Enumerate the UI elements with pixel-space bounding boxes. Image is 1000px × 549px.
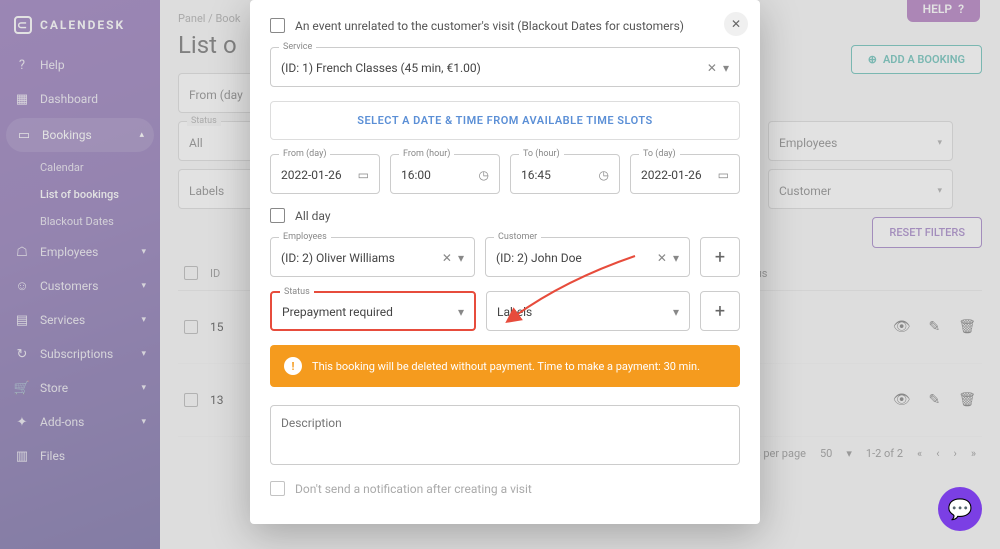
files-icon: ▥ [14,448,30,464]
add-customer-button[interactable]: + [700,237,740,277]
chevron-down-icon: ▾ [141,417,146,427]
chevron-down-icon: ▾ [141,349,146,359]
checkbox[interactable] [270,18,285,33]
nav-dashboard[interactable]: ▦Dashboard [0,82,160,116]
chevron-down-icon: ▾ [141,315,146,325]
calendar-icon: ▭ [358,168,369,182]
add-booking-button[interactable]: ⊕ADD A BOOKING [851,45,982,74]
all-day-checkbox-row[interactable]: All day [270,208,740,223]
view-icon[interactable]: 👁 [893,319,911,335]
reset-filters-button[interactable]: RESET FILTERS [872,217,982,248]
chevron-down-icon: ▾ [673,305,679,319]
description-field[interactable] [270,405,740,465]
to-hour-field[interactable]: To (hour)16:45◷ [510,154,620,194]
chat-icon: 💬 [948,497,973,521]
booking-modal: ✕ An event unrelated to the customer's v… [250,0,760,524]
chevron-down-icon: ▾ [458,251,464,265]
clock-icon: ◷ [599,168,609,182]
calendar-icon: ▭ [718,168,729,182]
services-icon: ▤ [14,312,30,328]
logo-icon: ⊂ [14,16,32,34]
chevron-down-icon: ▾ [937,138,942,148]
help-icon: ? [14,57,30,73]
last-page-icon[interactable]: » [971,447,976,460]
warning-icon: ! [284,357,302,375]
no-notification-checkbox-row[interactable]: Don't send a notification after creating… [270,481,740,496]
nav-addons[interactable]: ✦Add-ons▾ [0,405,160,439]
customer-field[interactable]: Customer(ID: 2) John Doe✕▾ [485,237,690,277]
warning-banner: !This booking will be deleted without pa… [270,345,740,387]
nav-store[interactable]: 🛒Store▾ [0,371,160,405]
close-button[interactable]: ✕ [724,12,748,36]
sidebar: ⊂ CALENDESK ?Help ▦Dashboard ▭Bookings▴ … [0,0,160,549]
row-checkbox[interactable] [184,320,198,334]
status-field[interactable]: StatusPrepayment required▾ [270,291,476,331]
help-button[interactable]: HELP? [907,0,980,22]
nav-customers[interactable]: ☺Customers▾ [0,269,160,303]
filter-customer[interactable]: Customer▾ [768,169,953,209]
delete-icon[interactable]: 🗑 [958,392,976,408]
row-checkbox[interactable] [184,393,198,407]
chevron-down-icon: ▾ [141,247,146,257]
select-all-checkbox[interactable] [184,266,198,280]
nav-help[interactable]: ?Help [0,48,160,82]
clear-icon[interactable]: ✕ [657,251,667,265]
addons-icon: ✦ [14,414,30,430]
select-slot-button[interactable]: SELECT A DATE & TIME FROM AVAILABLE TIME… [270,101,740,140]
dashboard-icon: ▦ [14,91,30,107]
app-logo: ⊂ CALENDESK [0,10,160,48]
chevron-down-icon: ▾ [846,447,852,460]
clear-icon[interactable]: ✕ [442,251,452,265]
store-icon: 🛒 [14,380,30,396]
blackout-checkbox-row[interactable]: An event unrelated to the customer's vis… [270,18,740,33]
from-day-field[interactable]: From (day)2022-01-26▭ [270,154,380,194]
checkbox[interactable] [270,208,285,223]
service-field[interactable]: Service(ID: 1) French Classes (45 min, €… [270,47,740,87]
employees-icon: ☖ [14,244,30,260]
edit-icon[interactable]: ✎ [928,319,940,335]
clear-icon[interactable]: ✕ [707,61,717,75]
nav-list-of-bookings[interactable]: List of bookings [0,181,160,208]
nav-files[interactable]: ▥Files [0,439,160,473]
chevron-down-icon: ▾ [458,305,464,319]
nav-bookings[interactable]: ▭Bookings▴ [6,118,154,152]
prev-page-icon[interactable]: ‹ [936,447,939,460]
chat-button[interactable]: 💬 [938,487,982,531]
help-icon: ? [958,2,964,16]
from-hour-field[interactable]: From (hour)16:00◷ [390,154,500,194]
customers-icon: ☺ [14,278,30,294]
subscriptions-icon: ↻ [14,346,30,362]
next-page-icon[interactable]: › [954,447,957,460]
employees-field[interactable]: Employees(ID: 2) Oliver Williams✕▾ [270,237,475,277]
nav-subscriptions[interactable]: ↻Subscriptions▾ [0,337,160,371]
nav-services[interactable]: ▤Services▾ [0,303,160,337]
view-icon[interactable]: 👁 [893,392,911,408]
add-label-button[interactable]: + [700,291,740,331]
edit-icon[interactable]: ✎ [928,392,940,408]
checkbox[interactable] [270,481,285,496]
chevron-down-icon: ▾ [723,61,729,75]
chevron-down-icon: ▾ [673,251,679,265]
to-day-field[interactable]: To (day)2022-01-26▭ [630,154,740,194]
delete-icon[interactable]: 🗑 [958,319,976,335]
chevron-down-icon: ▾ [937,186,942,196]
clock-icon: ◷ [479,168,489,182]
nav-calendar[interactable]: Calendar [0,154,160,181]
filter-employees[interactable]: Employees▾ [768,121,953,161]
labels-field[interactable]: Labels▾ [486,291,690,331]
chevron-up-icon: ▴ [139,130,144,140]
app-name: CALENDESK [40,18,125,32]
chevron-down-icon: ▾ [141,281,146,291]
first-page-icon[interactable]: « [917,447,922,460]
chevron-down-icon: ▾ [141,383,146,393]
nav-employees[interactable]: ☖Employees▾ [0,235,160,269]
calendar-icon: ▭ [16,127,32,143]
nav-blackout-dates[interactable]: Blackout Dates [0,208,160,235]
plus-icon: ⊕ [868,53,877,66]
